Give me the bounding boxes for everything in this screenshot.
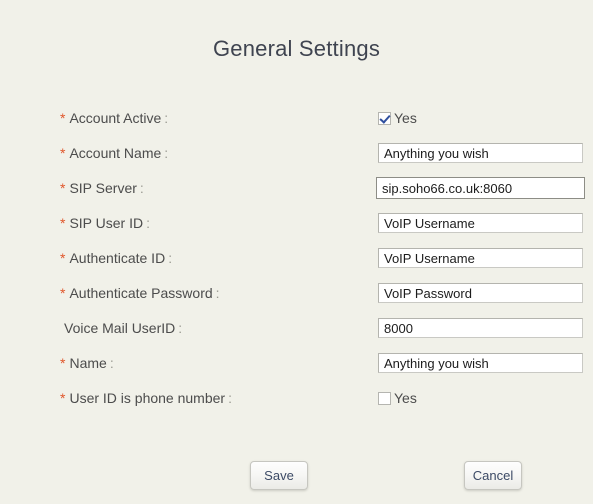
form-row-authenticate-password: * Authenticate Password: xyxy=(0,281,593,316)
label-text: Account Name xyxy=(69,145,162,161)
form-row-user-id-is-phone-number: * User ID is phone number: Yes xyxy=(0,386,593,421)
control-account-name xyxy=(378,141,583,163)
label-authenticate-password: * Authenticate Password: xyxy=(60,284,220,302)
label-colon: : xyxy=(164,110,169,126)
account-active-checkbox-group[interactable]: Yes xyxy=(378,109,417,127)
checkbox-unchecked-icon[interactable] xyxy=(378,391,391,405)
name-input[interactable] xyxy=(378,353,583,373)
user-id-is-phone-number-checkbox-group[interactable]: Yes xyxy=(378,389,417,407)
label-user-id-is-phone-number: * User ID is phone number: xyxy=(60,389,232,407)
control-voice-mail-userid xyxy=(378,316,583,338)
page-title: General Settings xyxy=(212,35,381,61)
form-row-sip-server: * SIP Server: xyxy=(0,176,593,211)
button-bar: Save Cancel xyxy=(0,461,593,491)
form-row-account-name: * Account Name: xyxy=(0,141,593,176)
label-colon: : xyxy=(109,355,114,371)
label-colon: : xyxy=(146,215,150,231)
label-name: * Name: xyxy=(60,354,114,372)
form-row-sip-user-id: * SIP User ID: xyxy=(0,211,593,246)
label-text: SIP User ID xyxy=(69,215,144,231)
label-text: SIP Server xyxy=(69,180,137,196)
label-authenticate-id: * Authenticate ID: xyxy=(60,249,172,267)
label-colon: : xyxy=(164,145,169,161)
label-colon: : xyxy=(228,390,232,406)
form-row-authenticate-id: * Authenticate ID: xyxy=(0,246,593,281)
control-authenticate-password xyxy=(378,281,583,303)
control-account-active: Yes xyxy=(378,106,417,127)
authenticate-id-input[interactable] xyxy=(378,248,583,268)
label-colon: : xyxy=(215,285,220,301)
required-marker: * xyxy=(60,390,66,406)
cancel-button[interactable]: Cancel xyxy=(464,461,522,490)
authenticate-password-input[interactable] xyxy=(378,283,583,303)
control-authenticate-id xyxy=(378,246,583,268)
checkbox-label: Yes xyxy=(394,110,417,126)
label-text: Name xyxy=(69,355,107,371)
voice-mail-userid-input[interactable] xyxy=(378,318,583,338)
sip-server-input[interactable] xyxy=(376,177,585,199)
checkbox-label: Yes xyxy=(394,390,417,406)
required-marker: * xyxy=(60,355,66,371)
required-marker: * xyxy=(60,145,66,161)
label-text: User ID is phone number xyxy=(69,390,226,406)
label-colon: : xyxy=(178,320,183,336)
form-row-account-active: * Account Active: Yes xyxy=(0,106,593,141)
required-marker: * xyxy=(60,215,66,231)
label-text: Authenticate Password xyxy=(69,285,213,301)
form-row-voice-mail-userid: Voice Mail UserID: xyxy=(0,316,593,351)
account-name-input[interactable] xyxy=(378,143,583,163)
required-marker: * xyxy=(60,110,66,126)
label-sip-server: * SIP Server: xyxy=(60,179,144,197)
required-marker: * xyxy=(60,285,66,301)
control-sip-server xyxy=(376,176,585,199)
sip-user-id-input[interactable] xyxy=(378,213,583,233)
control-sip-user-id xyxy=(378,211,583,233)
form-row-name: * Name: xyxy=(0,351,593,386)
control-name xyxy=(378,351,583,373)
label-text: Account Active xyxy=(69,110,162,126)
required-marker: * xyxy=(60,250,66,266)
label-colon: : xyxy=(139,180,144,196)
label-account-active: * Account Active: xyxy=(60,109,168,127)
control-user-id-is-phone-number: Yes xyxy=(378,386,417,407)
general-settings-form: *Account Active:Yes*Account Name:*SIP Se… xyxy=(0,106,593,421)
label-account-name: * Account Name: xyxy=(60,144,168,162)
required-marker: * xyxy=(60,180,66,196)
checkbox-checked-icon[interactable] xyxy=(378,111,391,125)
label-sip-user-id: * SIP User ID: xyxy=(60,214,150,232)
label-colon: : xyxy=(168,250,173,266)
label-voice-mail-userid: Voice Mail UserID: xyxy=(60,319,182,337)
label-text: Authenticate ID xyxy=(69,250,166,266)
save-button[interactable]: Save xyxy=(250,461,308,490)
label-text: Voice Mail UserID xyxy=(64,320,176,336)
